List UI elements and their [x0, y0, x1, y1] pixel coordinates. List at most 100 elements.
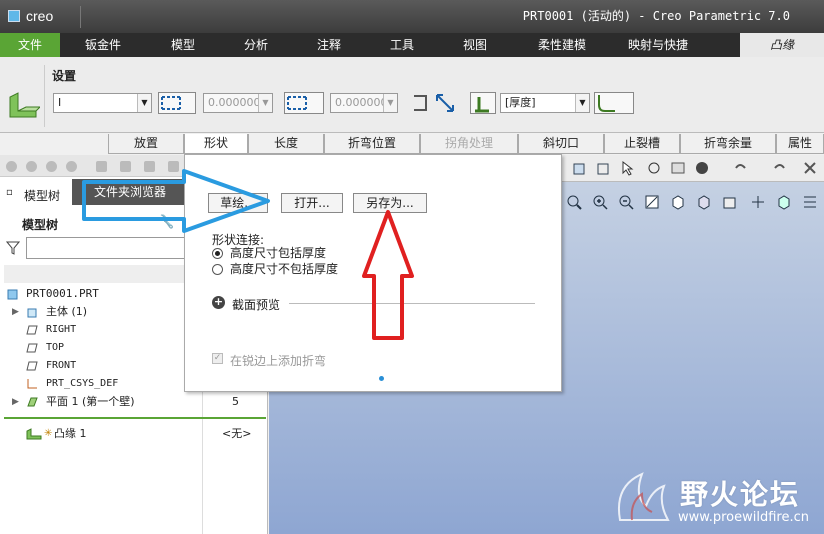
tree-item-active[interactable]: ✳ 凸缘 1 <无> [0, 425, 268, 443]
annotation-display-icon[interactable] [802, 194, 818, 210]
creo-logo-text: creo [26, 8, 54, 24]
sketch-button[interactable]: 草绘... [208, 193, 268, 213]
named-views-icon[interactable] [696, 194, 712, 210]
subtab-length[interactable]: 长度 [248, 134, 324, 154]
redo-icon[interactable] [772, 160, 788, 176]
tab-file[interactable]: 文件 [0, 33, 60, 57]
subtab-miter-cut[interactable]: 斜切口 [518, 134, 604, 154]
length1-field[interactable]: 0.000000 ▼ [203, 93, 273, 113]
link-icon[interactable] [96, 161, 107, 172]
tab-folder-browser[interactable]: 文件夹浏览器 [72, 179, 184, 205]
datum-plane-icon [26, 361, 38, 371]
radio-include-thickness[interactable] [212, 248, 223, 259]
ribbon-tabs: 文件 钣金件 模型 分析 注释 工具 视图 柔性建模 映射与快捷 凸缘 [0, 33, 824, 57]
chevron-down-icon: ▼ [258, 94, 272, 112]
tab-model[interactable]: 模型 [146, 33, 220, 57]
view-toolbar [554, 188, 824, 216]
subtab-properties[interactable]: 属性 [776, 134, 824, 154]
filter-icon[interactable] [6, 241, 20, 255]
expand-section-preview-icon[interactable]: + [212, 296, 225, 309]
close-window-icon[interactable] [802, 160, 818, 176]
record-icon[interactable] [46, 161, 57, 172]
radio-exclude-thickness[interactable] [212, 264, 223, 275]
save-as-button[interactable]: 另存为... [353, 193, 427, 213]
thickness-select[interactable]: [厚度] ▼ [500, 93, 590, 113]
paste-icon[interactable] [168, 161, 179, 172]
subtab-placement[interactable]: 放置 [108, 134, 184, 154]
bend-radius-icon [598, 95, 615, 112]
tab-flexible-modeling[interactable]: 柔性建模 [512, 33, 612, 57]
subtab-bend-position[interactable]: 折弯位置 [324, 134, 420, 154]
add-bend-checkbox[interactable]: ✓ [212, 353, 223, 364]
undo-icon[interactable] [732, 160, 748, 176]
resize-handle[interactable] [379, 376, 384, 381]
part-icon [7, 289, 18, 300]
tree-item-label: PRT_CSYS_DEF [46, 378, 119, 389]
thickness-select-value: [厚度] [505, 96, 536, 109]
window-title: PRT0001 (活动的) - Creo Parametric 7.0 [522, 9, 790, 23]
wall-feature-icon [27, 397, 38, 407]
insert-indicator [4, 417, 266, 419]
tree-item-label: FRONT [46, 360, 77, 371]
tab-analysis[interactable]: 分析 [220, 33, 292, 57]
view-manager-icon[interactable] [722, 194, 738, 210]
zoom-in-icon[interactable] [592, 194, 608, 210]
spin-center-icon[interactable] [776, 194, 792, 210]
expand-icon[interactable]: ▶ [12, 393, 19, 411]
title-separator [80, 6, 81, 28]
tree-item-label: RIGHT [46, 324, 77, 335]
subtab-shape[interactable]: 形状 [184, 134, 248, 154]
length2-type-button[interactable] [284, 92, 324, 114]
repaint-icon[interactable] [644, 194, 660, 210]
new-icon[interactable] [6, 161, 17, 172]
tree-title: 模型树 [22, 218, 59, 232]
subtab-relief[interactable]: 止裂槽 [604, 134, 680, 154]
creo-logo-icon [8, 10, 20, 22]
thickness-side-button[interactable] [470, 92, 496, 114]
tab-flange[interactable]: 凸缘 [740, 33, 824, 57]
side-toggle-icon[interactable] [410, 92, 432, 114]
display-style-icon[interactable] [670, 194, 686, 210]
appearance-icon[interactable] [694, 160, 710, 176]
section-divider [289, 303, 535, 304]
length-type-button[interactable] [158, 92, 196, 114]
copy-icon[interactable] [120, 161, 131, 172]
flip-direction-icon[interactable] [434, 92, 456, 114]
tab-annotate[interactable]: 注释 [292, 33, 366, 57]
tab-sheetmetal[interactable]: 钣金件 [60, 33, 146, 57]
tab-tools[interactable]: 工具 [366, 33, 438, 57]
flange-feature-icon [9, 92, 40, 118]
tree-settings-icon[interactable]: 🔧 [158, 215, 174, 230]
tree-item-label: 平面 1 (第一个壁) [46, 395, 135, 408]
tree-item-label: 主体 (1) [46, 305, 88, 318]
regenerate-icon[interactable] [66, 161, 77, 172]
tab-mapping-shortcuts[interactable]: 映射与快捷 [612, 33, 704, 57]
shading-icon[interactable] [572, 160, 588, 176]
tab-model-tree[interactable]: 模型树 [24, 187, 60, 204]
refit-icon[interactable] [566, 194, 582, 210]
length2-value: 0.000000 [335, 96, 388, 109]
open-button[interactable]: 打开... [281, 193, 343, 213]
subtab-corner-treatment[interactable]: 拐角处理 [420, 134, 518, 154]
length2-field[interactable]: 0.000000 ▼ [330, 93, 398, 113]
datum-display-icon[interactable] [750, 194, 766, 210]
folder-browser-label: 文件夹浏览器 [94, 185, 167, 199]
tab-view[interactable]: 视图 [438, 33, 512, 57]
tree-item[interactable]: ▶ 平面 1 (第一个壁) 5 [0, 393, 268, 411]
bend-radius-button[interactable] [594, 92, 634, 114]
pan-icon[interactable] [646, 160, 662, 176]
stop-icon[interactable] [26, 161, 37, 172]
folder-open-icon[interactable] [144, 161, 155, 172]
datum-plane-icon [26, 325, 38, 335]
tree-item-label: PRT0001.PRT [26, 287, 99, 300]
flange-dashboard: 设置 I ▼ 0.000000 ▼ 0.000000 ▼ [厚度] ▼ [0, 57, 824, 133]
length-type-icon [161, 96, 181, 110]
shape-select[interactable]: I ▼ [53, 93, 152, 113]
subtab-bend-allowance[interactable]: 折弯余量 [680, 134, 776, 154]
zoom-out-icon[interactable] [618, 194, 634, 210]
saved-views-icon[interactable] [670, 160, 686, 176]
title-bar: creo PRT0001 (活动的) - Creo Parametric 7.0 [0, 0, 824, 33]
expand-icon[interactable]: ▶ [12, 303, 19, 321]
wireframe-icon[interactable] [596, 160, 612, 176]
select-icon[interactable] [620, 160, 636, 176]
